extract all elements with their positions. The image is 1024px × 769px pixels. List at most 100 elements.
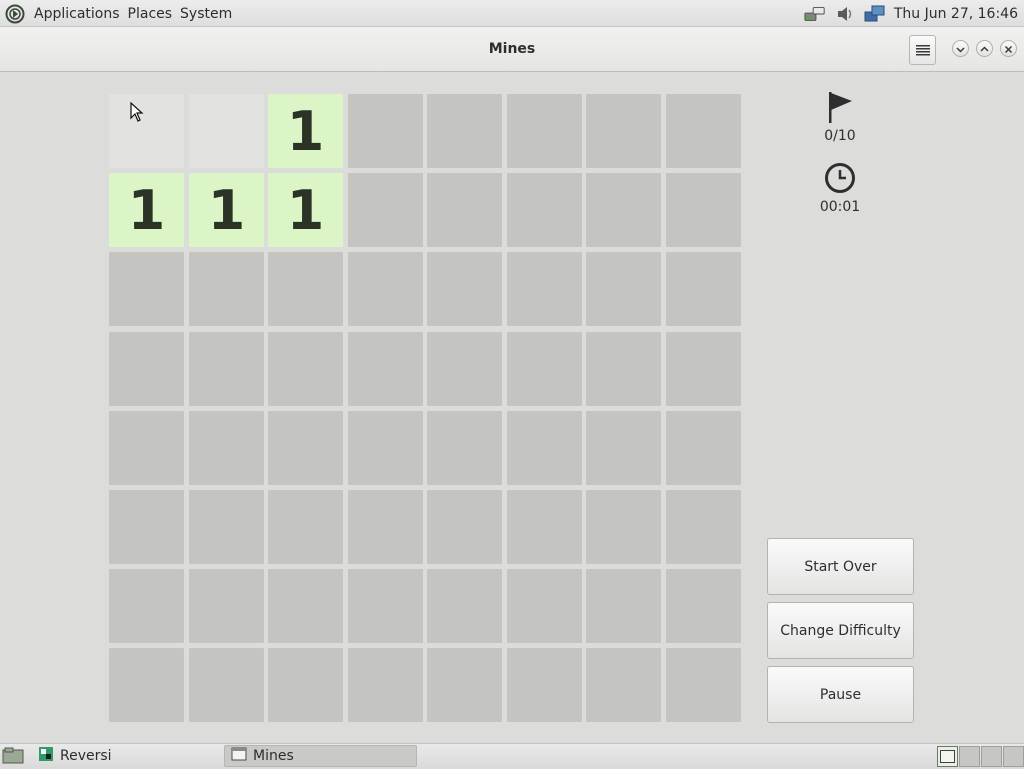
- unrevealed-cell[interactable]: [666, 252, 741, 326]
- unrevealed-cell[interactable]: [109, 252, 184, 326]
- unrevealed-cell[interactable]: [109, 411, 184, 485]
- close-button[interactable]: [1000, 40, 1017, 57]
- top-panel: Applications Places System Thu Jun 27, 1…: [0, 0, 1024, 27]
- minimize-icon: [956, 39, 965, 58]
- unrevealed-cell[interactable]: [427, 490, 502, 564]
- unrevealed-cell[interactable]: [586, 252, 661, 326]
- pause-button[interactable]: Pause: [767, 666, 914, 723]
- start-over-button[interactable]: Start Over: [767, 538, 914, 595]
- unrevealed-cell[interactable]: [427, 173, 502, 247]
- task-label: Reversi: [60, 748, 112, 764]
- unrevealed-cell[interactable]: [427, 332, 502, 406]
- unrevealed-cell[interactable]: [348, 173, 423, 247]
- unrevealed-cell[interactable]: [507, 94, 582, 168]
- task-reversi[interactable]: Reversi: [32, 745, 222, 767]
- unrevealed-cell[interactable]: [586, 94, 661, 168]
- unrevealed-cell[interactable]: [586, 490, 661, 564]
- unrevealed-cell[interactable]: [268, 569, 343, 643]
- unrevealed-cell[interactable]: [427, 252, 502, 326]
- volume-icon[interactable]: [834, 4, 856, 24]
- number-cell[interactable]: 1: [268, 94, 343, 168]
- number-cell[interactable]: 1: [109, 173, 184, 247]
- clock[interactable]: Thu Jun 27, 16:46: [894, 6, 1018, 22]
- change-difficulty-button[interactable]: Change Difficulty: [767, 602, 914, 659]
- unrevealed-cell[interactable]: [348, 252, 423, 326]
- unrevealed-cell[interactable]: [666, 411, 741, 485]
- unrevealed-cell[interactable]: [109, 332, 184, 406]
- unrevealed-cell[interactable]: [666, 173, 741, 247]
- unrevealed-cell[interactable]: [586, 648, 661, 722]
- unrevealed-cell[interactable]: [268, 332, 343, 406]
- distro-logo-icon[interactable]: [4, 3, 26, 25]
- unrevealed-cell[interactable]: [348, 490, 423, 564]
- number-cell[interactable]: 1: [268, 173, 343, 247]
- task-mines[interactable]: Mines: [224, 745, 417, 767]
- unrevealed-cell[interactable]: [507, 569, 582, 643]
- timer: 00:01: [780, 161, 900, 215]
- unrevealed-cell[interactable]: [586, 332, 661, 406]
- unrevealed-cell[interactable]: [189, 648, 264, 722]
- flag-counter: 0/10: [780, 90, 900, 144]
- unrevealed-cell[interactable]: [507, 173, 582, 247]
- unrevealed-cell[interactable]: [666, 490, 741, 564]
- unrevealed-cell[interactable]: [109, 569, 184, 643]
- menu-system[interactable]: System: [180, 6, 232, 22]
- display-icon[interactable]: [864, 4, 886, 24]
- window-title: Mines: [488, 41, 536, 57]
- unrevealed-cell[interactable]: [586, 569, 661, 643]
- unrevealed-cell[interactable]: [507, 252, 582, 326]
- mouse-cursor-icon: [130, 101, 144, 126]
- unrevealed-cell[interactable]: [189, 569, 264, 643]
- network-icon[interactable]: [804, 4, 826, 24]
- maximize-button[interactable]: [976, 40, 993, 57]
- workspace-2[interactable]: [959, 746, 980, 767]
- unrevealed-cell[interactable]: [348, 94, 423, 168]
- workspace-3[interactable]: [981, 746, 1002, 767]
- flag-icon: [780, 90, 900, 124]
- unrevealed-cell[interactable]: [507, 411, 582, 485]
- minimize-button[interactable]: [952, 40, 969, 57]
- unrevealed-cell[interactable]: [268, 411, 343, 485]
- window-thumbnail-icon: [940, 750, 955, 763]
- task-label: Mines: [253, 748, 294, 764]
- unrevealed-cell[interactable]: [427, 648, 502, 722]
- unrevealed-cell[interactable]: [109, 490, 184, 564]
- clock-icon: [780, 161, 900, 195]
- unrevealed-cell[interactable]: [109, 648, 184, 722]
- unrevealed-cell[interactable]: [586, 173, 661, 247]
- unrevealed-cell[interactable]: [507, 490, 582, 564]
- unrevealed-cell[interactable]: [666, 569, 741, 643]
- cleared-cell[interactable]: [189, 94, 264, 168]
- unrevealed-cell[interactable]: [427, 411, 502, 485]
- unrevealed-cell[interactable]: [189, 332, 264, 406]
- unrevealed-cell[interactable]: [189, 252, 264, 326]
- window-icon: [231, 747, 247, 765]
- menu-applications[interactable]: Applications: [34, 6, 120, 22]
- unrevealed-cell[interactable]: [268, 252, 343, 326]
- unrevealed-cell[interactable]: [268, 490, 343, 564]
- unrevealed-cell[interactable]: [507, 648, 582, 722]
- unrevealed-cell[interactable]: [348, 411, 423, 485]
- unrevealed-cell[interactable]: [507, 332, 582, 406]
- unrevealed-cell[interactable]: [189, 490, 264, 564]
- unrevealed-cell[interactable]: [427, 94, 502, 168]
- menu-places[interactable]: Places: [128, 6, 173, 22]
- unrevealed-cell[interactable]: [666, 332, 741, 406]
- cleared-cell[interactable]: [109, 94, 184, 168]
- flag-count: 0/10: [824, 128, 856, 144]
- workspace-1[interactable]: [937, 746, 958, 767]
- unrevealed-cell[interactable]: [189, 411, 264, 485]
- unrevealed-cell[interactable]: [666, 94, 741, 168]
- unrevealed-cell[interactable]: [348, 332, 423, 406]
- unrevealed-cell[interactable]: [268, 648, 343, 722]
- menu-button[interactable]: [909, 35, 936, 65]
- show-desktop-icon[interactable]: [2, 747, 24, 769]
- unrevealed-cell[interactable]: [586, 411, 661, 485]
- unrevealed-cell[interactable]: [348, 569, 423, 643]
- number-cell[interactable]: 1: [189, 173, 264, 247]
- unrevealed-cell[interactable]: [427, 569, 502, 643]
- workspace-4[interactable]: [1003, 746, 1024, 767]
- unrevealed-cell[interactable]: [666, 648, 741, 722]
- unrevealed-cell[interactable]: [348, 648, 423, 722]
- maximize-icon: [980, 39, 989, 58]
